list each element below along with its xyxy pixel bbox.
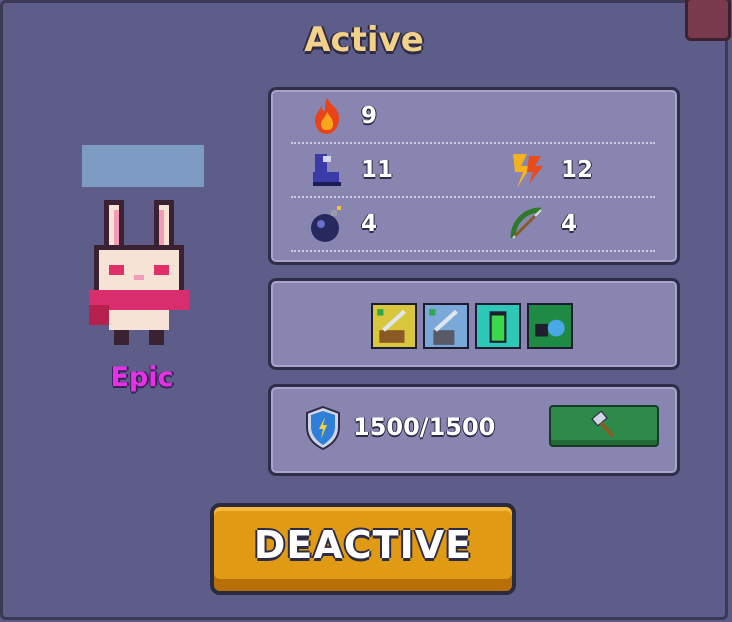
stat-bomb-value: 4 xyxy=(361,211,378,237)
pet-rarity-label: Epic xyxy=(110,362,174,393)
shield-icon xyxy=(306,405,340,451)
stat-bow-value: 4 xyxy=(561,211,578,237)
pet-name-field xyxy=(82,145,204,187)
fire-icon xyxy=(315,98,339,134)
stat-lightning: 12 xyxy=(507,150,593,190)
dialog-title: Active xyxy=(304,20,424,60)
stat-row-3: 4 4 xyxy=(291,198,655,252)
stat-fire: 9 xyxy=(307,96,377,136)
hammer-icon xyxy=(591,411,615,438)
boot-icon xyxy=(313,154,341,186)
upgrade-button[interactable] xyxy=(549,405,659,447)
blue-creature-skill-icon[interactable] xyxy=(527,303,573,349)
stat-fire-value: 9 xyxy=(361,103,378,129)
stat-bomb: 4 xyxy=(307,204,377,244)
sword-trash-skill-icon[interactable] xyxy=(423,303,469,349)
bomb-icon xyxy=(311,206,341,242)
stat-row-1: 9 xyxy=(291,90,655,144)
armor-panel: 1500/1500 xyxy=(268,384,680,476)
bunny-pet-sprite xyxy=(89,200,189,345)
stats-panel: 9 11 12 4 4 xyxy=(268,87,680,265)
skill-list xyxy=(371,303,573,349)
stat-speed-value: 11 xyxy=(361,157,394,183)
skills-panel xyxy=(268,278,680,370)
deactive-button-label: DEACTIVE xyxy=(253,523,473,567)
stat-speed: 11 xyxy=(307,150,393,190)
battery-skill-icon[interactable] xyxy=(475,303,521,349)
close-button[interactable] xyxy=(685,0,731,41)
deactive-button[interactable]: DEACTIVE xyxy=(210,503,516,595)
armor-value: 1500/1500 xyxy=(353,413,496,441)
sword-chest-skill-icon[interactable] xyxy=(371,303,417,349)
stat-bow: 4 xyxy=(507,204,577,244)
stat-row-2: 11 12 xyxy=(291,144,655,198)
lightning-icon xyxy=(513,154,543,188)
bow-icon xyxy=(510,207,542,239)
stat-lightning-value: 12 xyxy=(561,157,594,183)
